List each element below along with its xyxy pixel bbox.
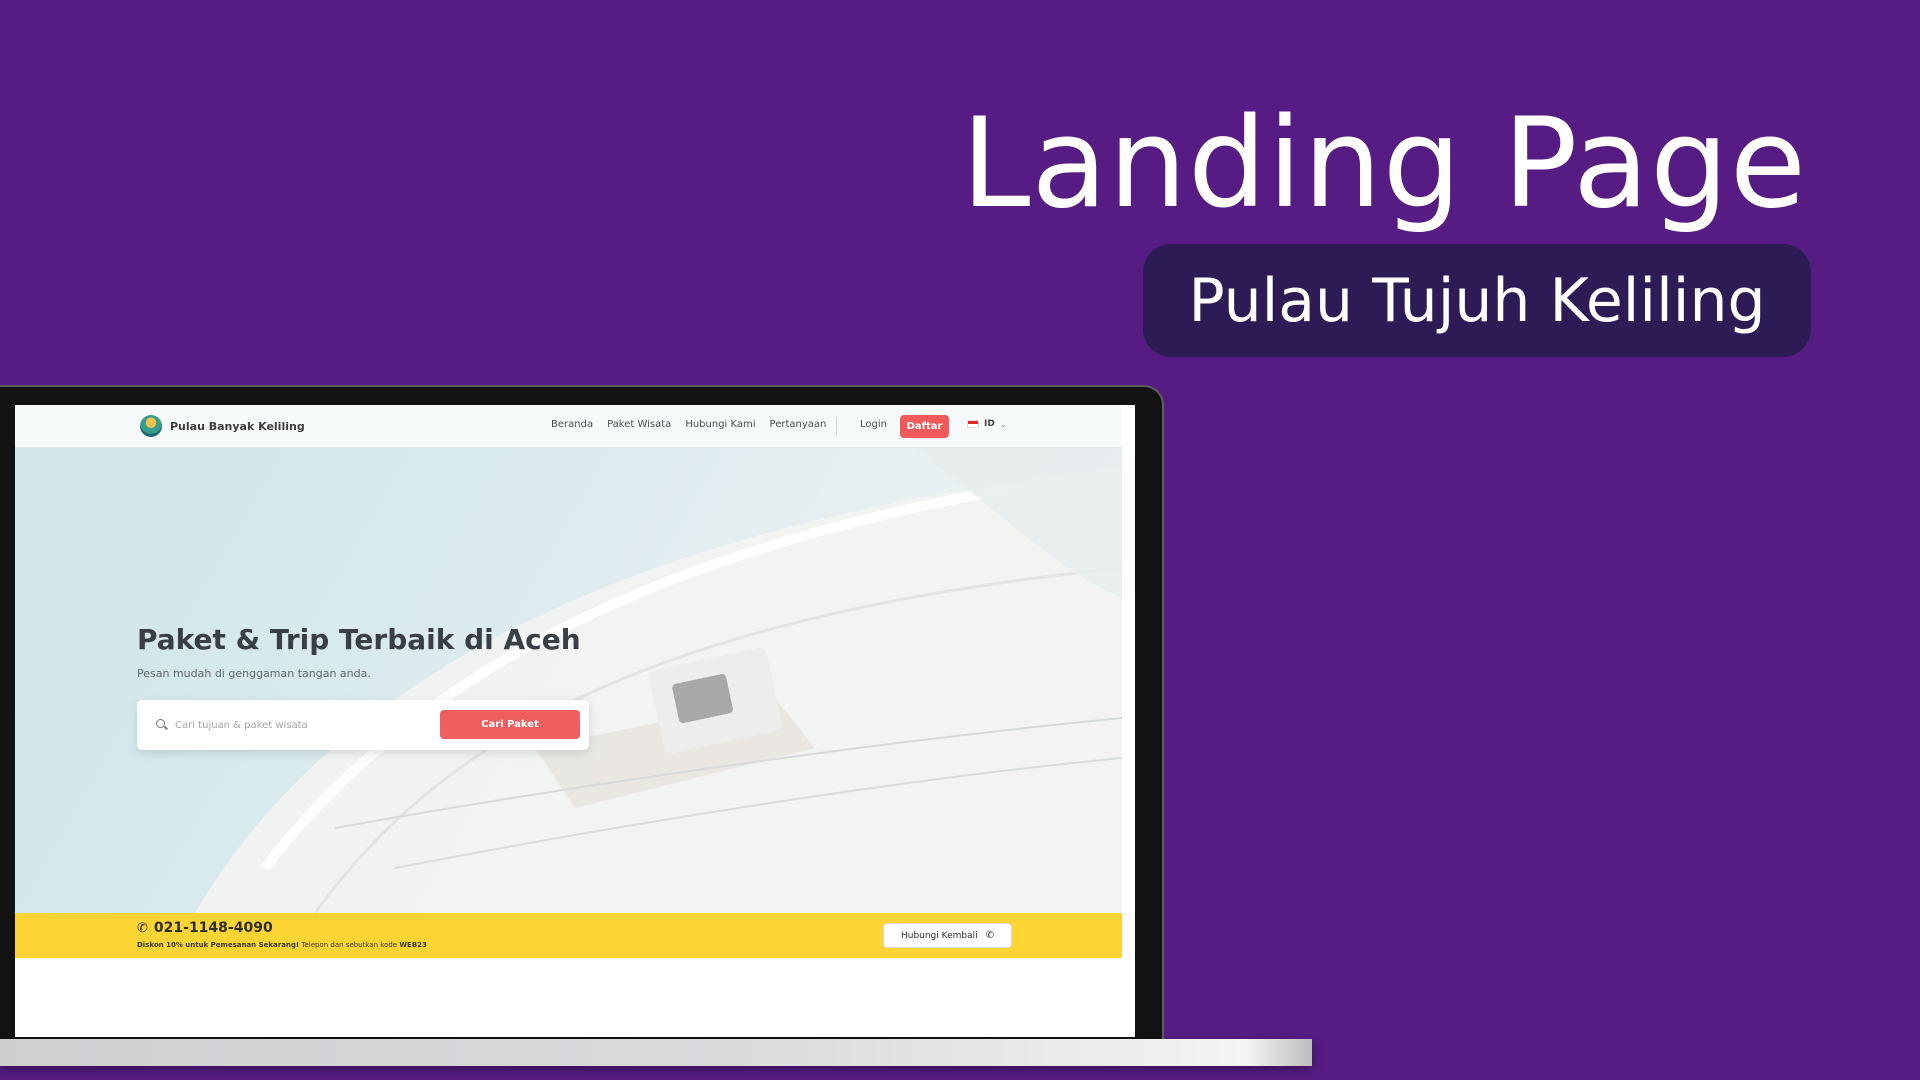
nav-links: Beranda Paket Wisata Hubungi Kami Pertan… [551, 419, 826, 430]
search-input[interactable] [175, 715, 420, 735]
brand-name: Pulau Banyak Keliling [170, 419, 305, 433]
search-icon [156, 719, 165, 728]
nav-pertanyaan[interactable]: Pertanyaan [770, 419, 827, 430]
discount-note: Diskon 10% untuk Pemesanan Sekarang! Tel… [137, 941, 427, 949]
laptop-base [0, 1039, 1312, 1066]
language-selector[interactable]: ID ⌄ [967, 419, 1007, 429]
nav-hubungi-kami[interactable]: Hubungi Kami [685, 419, 755, 430]
hero-boat-image [195, 448, 1122, 913]
search-button[interactable]: Cari Paket [440, 710, 580, 739]
search-card: Cari Paket [137, 700, 589, 750]
register-button[interactable]: Daftar [900, 415, 949, 438]
logo-icon [140, 415, 162, 437]
nav-paket-wisata[interactable]: Paket Wisata [607, 419, 671, 430]
login-link[interactable]: Login [860, 419, 887, 430]
phone-icon: ✆ [985, 930, 995, 941]
hero-section: Paket & Trip Terbaik di Aceh Pesan mudah… [15, 448, 1122, 913]
hero-title: Paket & Trip Terbaik di Aceh [137, 623, 581, 656]
promo-code: WEB23 [399, 941, 427, 949]
browser-screen: Pulau Banyak Keliling Beranda Paket Wisa… [15, 405, 1135, 1037]
discount-note-text: Telepon dan sebutkan kode [299, 941, 400, 949]
phone-number: 021-1148-4090 [153, 920, 273, 936]
promo-title: Landing Page [961, 92, 1807, 236]
site-navbar: Pulau Banyak Keliling Beranda Paket Wisa… [15, 405, 1122, 448]
callback-button-label: Hubungi Kembali [900, 930, 978, 941]
contact-bar: ✆ 021-1148-4090 Diskon 10% untuk Pemesan… [15, 913, 1122, 958]
nav-beranda[interactable]: Beranda [551, 419, 593, 430]
promo-subtitle: Pulau Tujuh Keliling [1188, 265, 1766, 336]
chevron-down-icon: ⌄ [999, 419, 1007, 429]
flag-icon [967, 420, 979, 428]
phone-icon: ✆ [137, 920, 148, 936]
callback-button[interactable]: Hubungi Kembali ✆ [883, 923, 1012, 948]
discount-note-bold: Diskon 10% untuk Pemesanan Sekarang! [137, 941, 300, 949]
nav-divider [836, 417, 837, 435]
phone-contact: ✆ 021-1148-4090 [137, 920, 273, 936]
site-brand[interactable]: Pulau Banyak Keliling [140, 415, 305, 437]
language-code: ID [984, 419, 995, 429]
promo-subtitle-pill: Pulau Tujuh Keliling [1143, 244, 1811, 357]
hero-subtitle: Pesan mudah di genggaman tangan anda. [137, 667, 371, 680]
